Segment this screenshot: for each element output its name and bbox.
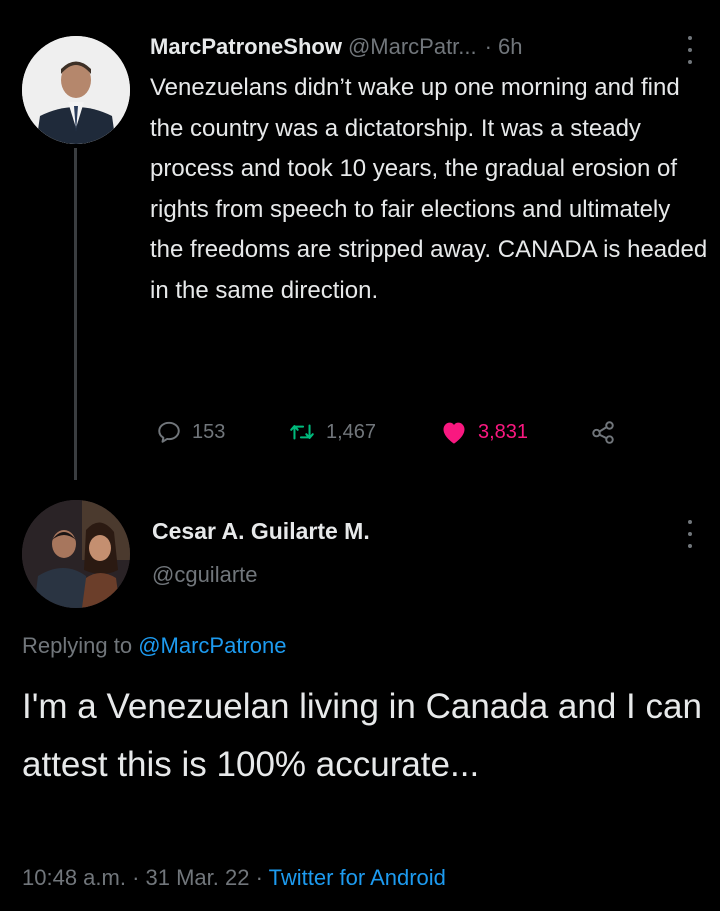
like-count: 3,831 [478,420,529,443]
avatar-image [22,500,130,608]
reply-button[interactable]: 153 [156,419,225,445]
retweet-button[interactable]: 1,467 [288,419,376,445]
author-handle[interactable]: @cguilarte [152,562,258,588]
reply-count: 153 [192,420,226,443]
heart-icon [443,422,465,444]
tweet-actions: 153 1,467 3,831 [150,414,630,450]
avatar[interactable] [22,500,130,608]
mention-link[interactable]: @MarcPatrone [138,633,286,658]
avatar-image [22,36,130,144]
timestamp[interactable]: 10:48 a.m. · 31 Mar. 22 · [22,865,269,890]
reply-icon [158,421,180,443]
tweet-metadata: 10:48 a.m. · 31 Mar. 22 · Twitter for An… [22,865,446,891]
retweet-icon [290,424,314,440]
share-button[interactable] [590,419,616,445]
separator: · [484,34,492,59]
tweet-header: MarcPatroneShow @MarcPatr... · 6h [150,30,702,64]
tweet-text: Venezuelans didn’t wake up one morning a… [150,74,708,304]
avatar[interactable] [22,36,130,144]
tweet-time[interactable]: 6h [498,34,522,60]
author-name[interactable]: MarcPatroneShow [150,34,342,60]
retweet-count: 1,467 [326,420,377,443]
reply-text: I'm a Venezuelan living in Canada and I … [22,687,702,784]
share-icon [592,421,614,444]
source-link[interactable]: Twitter for Android [269,865,446,890]
more-vertical-icon[interactable] [682,520,698,548]
thread-line [74,148,77,480]
more-vertical-icon[interactable] [682,36,698,64]
author-handle[interactable]: @MarcPatr... [348,34,477,60]
author-name[interactable]: Cesar A. Guilarte M. [152,518,370,545]
replying-prefix: Replying to [22,633,139,658]
replying-to: Replying to @MarcPatrone [22,633,286,659]
tweet-screenshot: MarcPatroneShow @MarcPatr... · 6h Venezu… [0,0,720,911]
like-button[interactable]: 3,831 [440,419,528,445]
